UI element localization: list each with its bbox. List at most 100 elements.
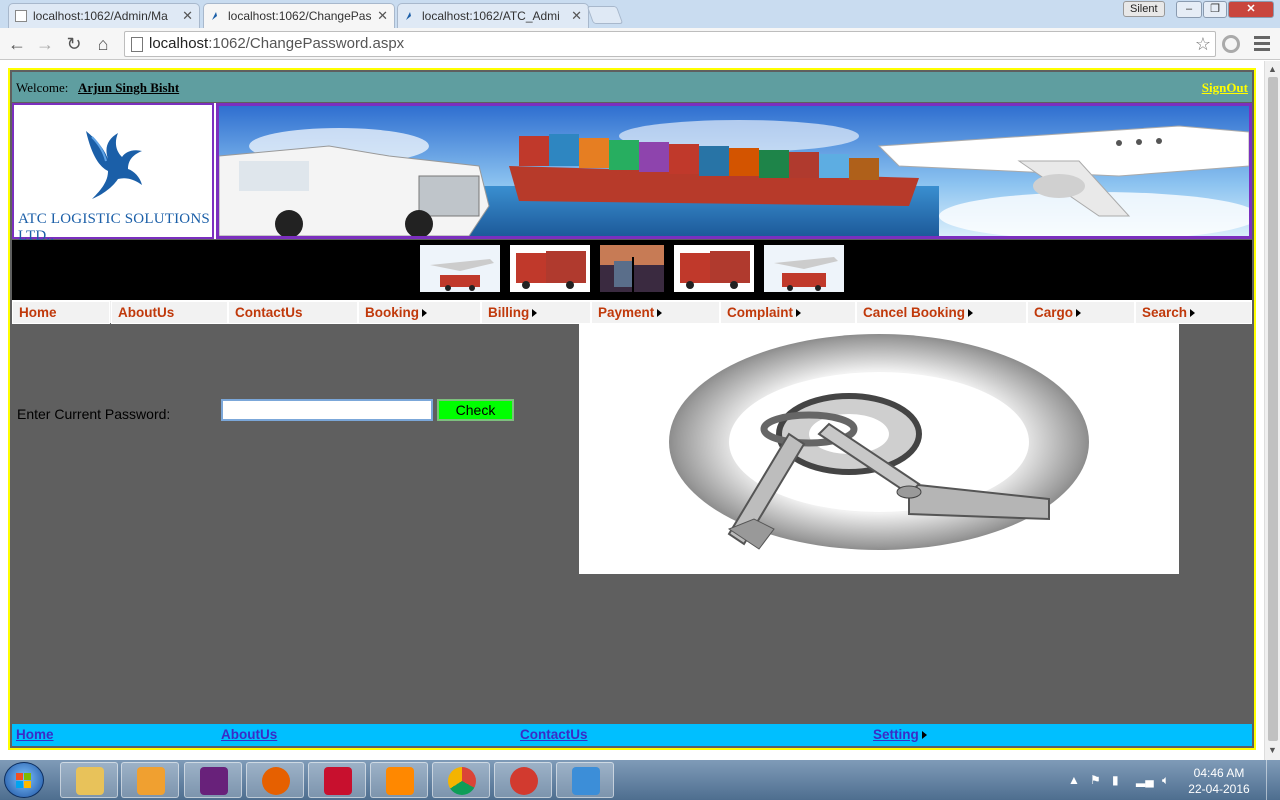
clock-time[interactable]: 04:46 AM <box>1188 766 1250 780</box>
new-tab-button[interactable] <box>586 6 624 24</box>
company-logo: ATC LOGISTIC SOLUTIONS LTD., <box>12 103 214 244</box>
truck-ship-plane-banner-icon <box>219 106 1249 236</box>
footer-link-contactus[interactable]: ContactUs <box>520 727 588 742</box>
show-desktop-button[interactable] <box>1266 760 1280 800</box>
browser-toolbar: ← → ↻ ⌂ localhost:1062/ChangePassword.as… <box>0 28 1280 60</box>
menu-item-booking[interactable]: Booking <box>358 301 481 324</box>
minimize-icon[interactable]: – <box>1176 1 1202 18</box>
red-truck-thumbnail-2 <box>674 245 754 292</box>
current-password-label: Enter Current Password: <box>17 406 171 422</box>
chrome-icon <box>448 767 476 795</box>
close-tab-icon[interactable]: ✕ <box>182 8 193 24</box>
airplane-truck-thumbnail <box>764 245 844 292</box>
browser-tab-change-password[interactable]: localhost:1062/ChangePas ✕ <box>203 3 395 28</box>
page-scrollbar[interactable]: ▲ ▼ <box>1264 61 1280 760</box>
windows-taskbar: ▲ ⚑ ▮ ▂▄ 🔈︎ 04:46 AM 22-04-2016 <box>0 760 1280 800</box>
scrollbar-thumb[interactable] <box>1268 77 1278 741</box>
acrobat-taskbar-button[interactable] <box>308 762 366 798</box>
tab-title: localhost:1062/Admin/Ma <box>33 9 168 23</box>
restore-icon[interactable]: ❐ <box>1203 1 1227 18</box>
menu-item-home[interactable]: Home <box>12 301 110 324</box>
ccleaner-taskbar-button[interactable] <box>494 762 552 798</box>
current-password-input[interactable] <box>221 399 433 421</box>
footer-link-setting[interactable]: Setting <box>873 727 927 742</box>
media-player-icon <box>137 767 165 795</box>
close-tab-icon[interactable]: ✕ <box>377 8 388 24</box>
home-icon[interactable]: ⌂ <box>91 32 115 56</box>
scroll-down-icon[interactable]: ▼ <box>1268 745 1277 755</box>
address-bar[interactable]: localhost:1062/ChangePassword.aspx ☆ <box>124 31 1216 57</box>
folder-icon <box>76 767 104 795</box>
vlc-icon <box>386 767 414 795</box>
menu-item-payment[interactable]: Payment <box>591 301 720 324</box>
signal-icon[interactable]: ▂▄ <box>1136 773 1154 787</box>
browser-menu-icon[interactable] <box>1254 36 1270 54</box>
url-path: :1062/ChangePassword.aspx <box>208 35 405 52</box>
file-explorer-taskbar-button[interactable] <box>60 762 118 798</box>
firefox-taskbar-button[interactable] <box>246 762 304 798</box>
browser-tab-atc-admin[interactable]: localhost:1062/ATC_Admi ✕ <box>397 3 589 28</box>
submenu-arrow-icon <box>968 309 974 318</box>
menu-item-label: Billing <box>488 305 530 320</box>
reload-icon[interactable]: ↻ <box>62 32 86 56</box>
bookmark-star-icon[interactable]: ☆ <box>1195 32 1211 56</box>
check-button[interactable]: Check <box>437 399 514 421</box>
submenu-arrow-icon <box>796 309 801 318</box>
menu-item-label: ContactUs <box>235 305 303 320</box>
menu-item-billing[interactable]: Billing <box>481 301 591 324</box>
menu-item-cancel-booking[interactable]: Cancel Booking <box>856 301 1027 324</box>
welcome-bar: Welcome: Arjun Singh Bisht SignOut <box>12 72 1252 102</box>
page-icon <box>15 10 27 22</box>
tab-title: localhost:1062/ChangePas <box>228 9 372 23</box>
menu-item-search[interactable]: Search <box>1135 301 1252 324</box>
scroll-up-icon[interactable]: ▲ <box>1268 64 1277 74</box>
back-icon[interactable]: ← <box>5 32 29 56</box>
extension-icon[interactable] <box>1222 35 1240 53</box>
profile-badge[interactable]: Silent <box>1123 1 1165 17</box>
firefox-icon <box>262 767 290 795</box>
change-password-panel: Enter Current Password: Check <box>12 324 1252 724</box>
menu-item-contactus[interactable]: ContactUs <box>228 301 358 324</box>
power-icon[interactable]: ▮ <box>1112 773 1119 787</box>
paint-taskbar-button[interactable] <box>556 762 614 798</box>
user-name-link[interactable]: Arjun Singh Bisht <box>78 80 179 96</box>
menu-item-label: Complaint <box>727 305 793 320</box>
key-at-sign-icon <box>579 324 1179 574</box>
close-tab-icon[interactable]: ✕ <box>571 8 582 24</box>
submenu-arrow-icon <box>921 731 927 740</box>
site-favicon-icon <box>210 10 222 22</box>
browser-tab-strip: localhost:1062/Admin/Ma ✕ localhost:1062… <box>0 0 1280 28</box>
tab-title: localhost:1062/ATC_Admi <box>422 9 560 23</box>
menu-item-cargo[interactable]: Cargo <box>1027 301 1135 324</box>
thumbnail-strip <box>12 240 1252 300</box>
url-host: localhost <box>149 35 209 52</box>
browser-tab-admin[interactable]: localhost:1062/Admin/Ma ✕ <box>8 3 200 28</box>
menu-item-aboutus[interactable]: AboutUs <box>111 301 228 324</box>
network-icon[interactable]: ⚑ <box>1090 773 1101 787</box>
start-button[interactable] <box>4 762 44 798</box>
footer-link-home[interactable]: Home <box>16 727 54 742</box>
close-window-icon[interactable]: ✕ <box>1228 1 1274 18</box>
media-player-taskbar-button[interactable] <box>121 762 179 798</box>
signout-link[interactable]: SignOut <box>1202 80 1248 96</box>
airplane-thumbnail <box>420 245 500 292</box>
show-hidden-icons-icon[interactable]: ▲ <box>1068 773 1080 787</box>
menu-item-label: Cargo <box>1034 305 1074 320</box>
forward-icon[interactable]: → <box>33 32 57 56</box>
menu-item-label: Search <box>1142 305 1188 320</box>
vlc-taskbar-button[interactable] <box>370 762 428 798</box>
menu-item-label: Cancel Booking <box>863 305 966 320</box>
volume-icon[interactable]: 🔈︎ <box>1162 773 1169 788</box>
page-viewport: Welcome: Arjun Singh Bisht SignOut ATC L… <box>0 61 1264 760</box>
chrome-taskbar-button[interactable] <box>432 762 490 798</box>
visual-studio-taskbar-button[interactable] <box>184 762 242 798</box>
submenu-arrow-icon <box>532 309 538 318</box>
menu-item-complaint[interactable]: Complaint <box>720 301 856 324</box>
truck-sunset-thumbnail <box>600 245 664 292</box>
footer-link-aboutus[interactable]: AboutUs <box>221 727 277 742</box>
windows-logo-icon <box>16 773 32 789</box>
eagle-logo-icon <box>86 131 142 199</box>
submenu-arrow-icon <box>657 309 663 318</box>
banner-image <box>216 103 1252 239</box>
clock-date[interactable]: 22-04-2016 <box>1188 782 1250 796</box>
